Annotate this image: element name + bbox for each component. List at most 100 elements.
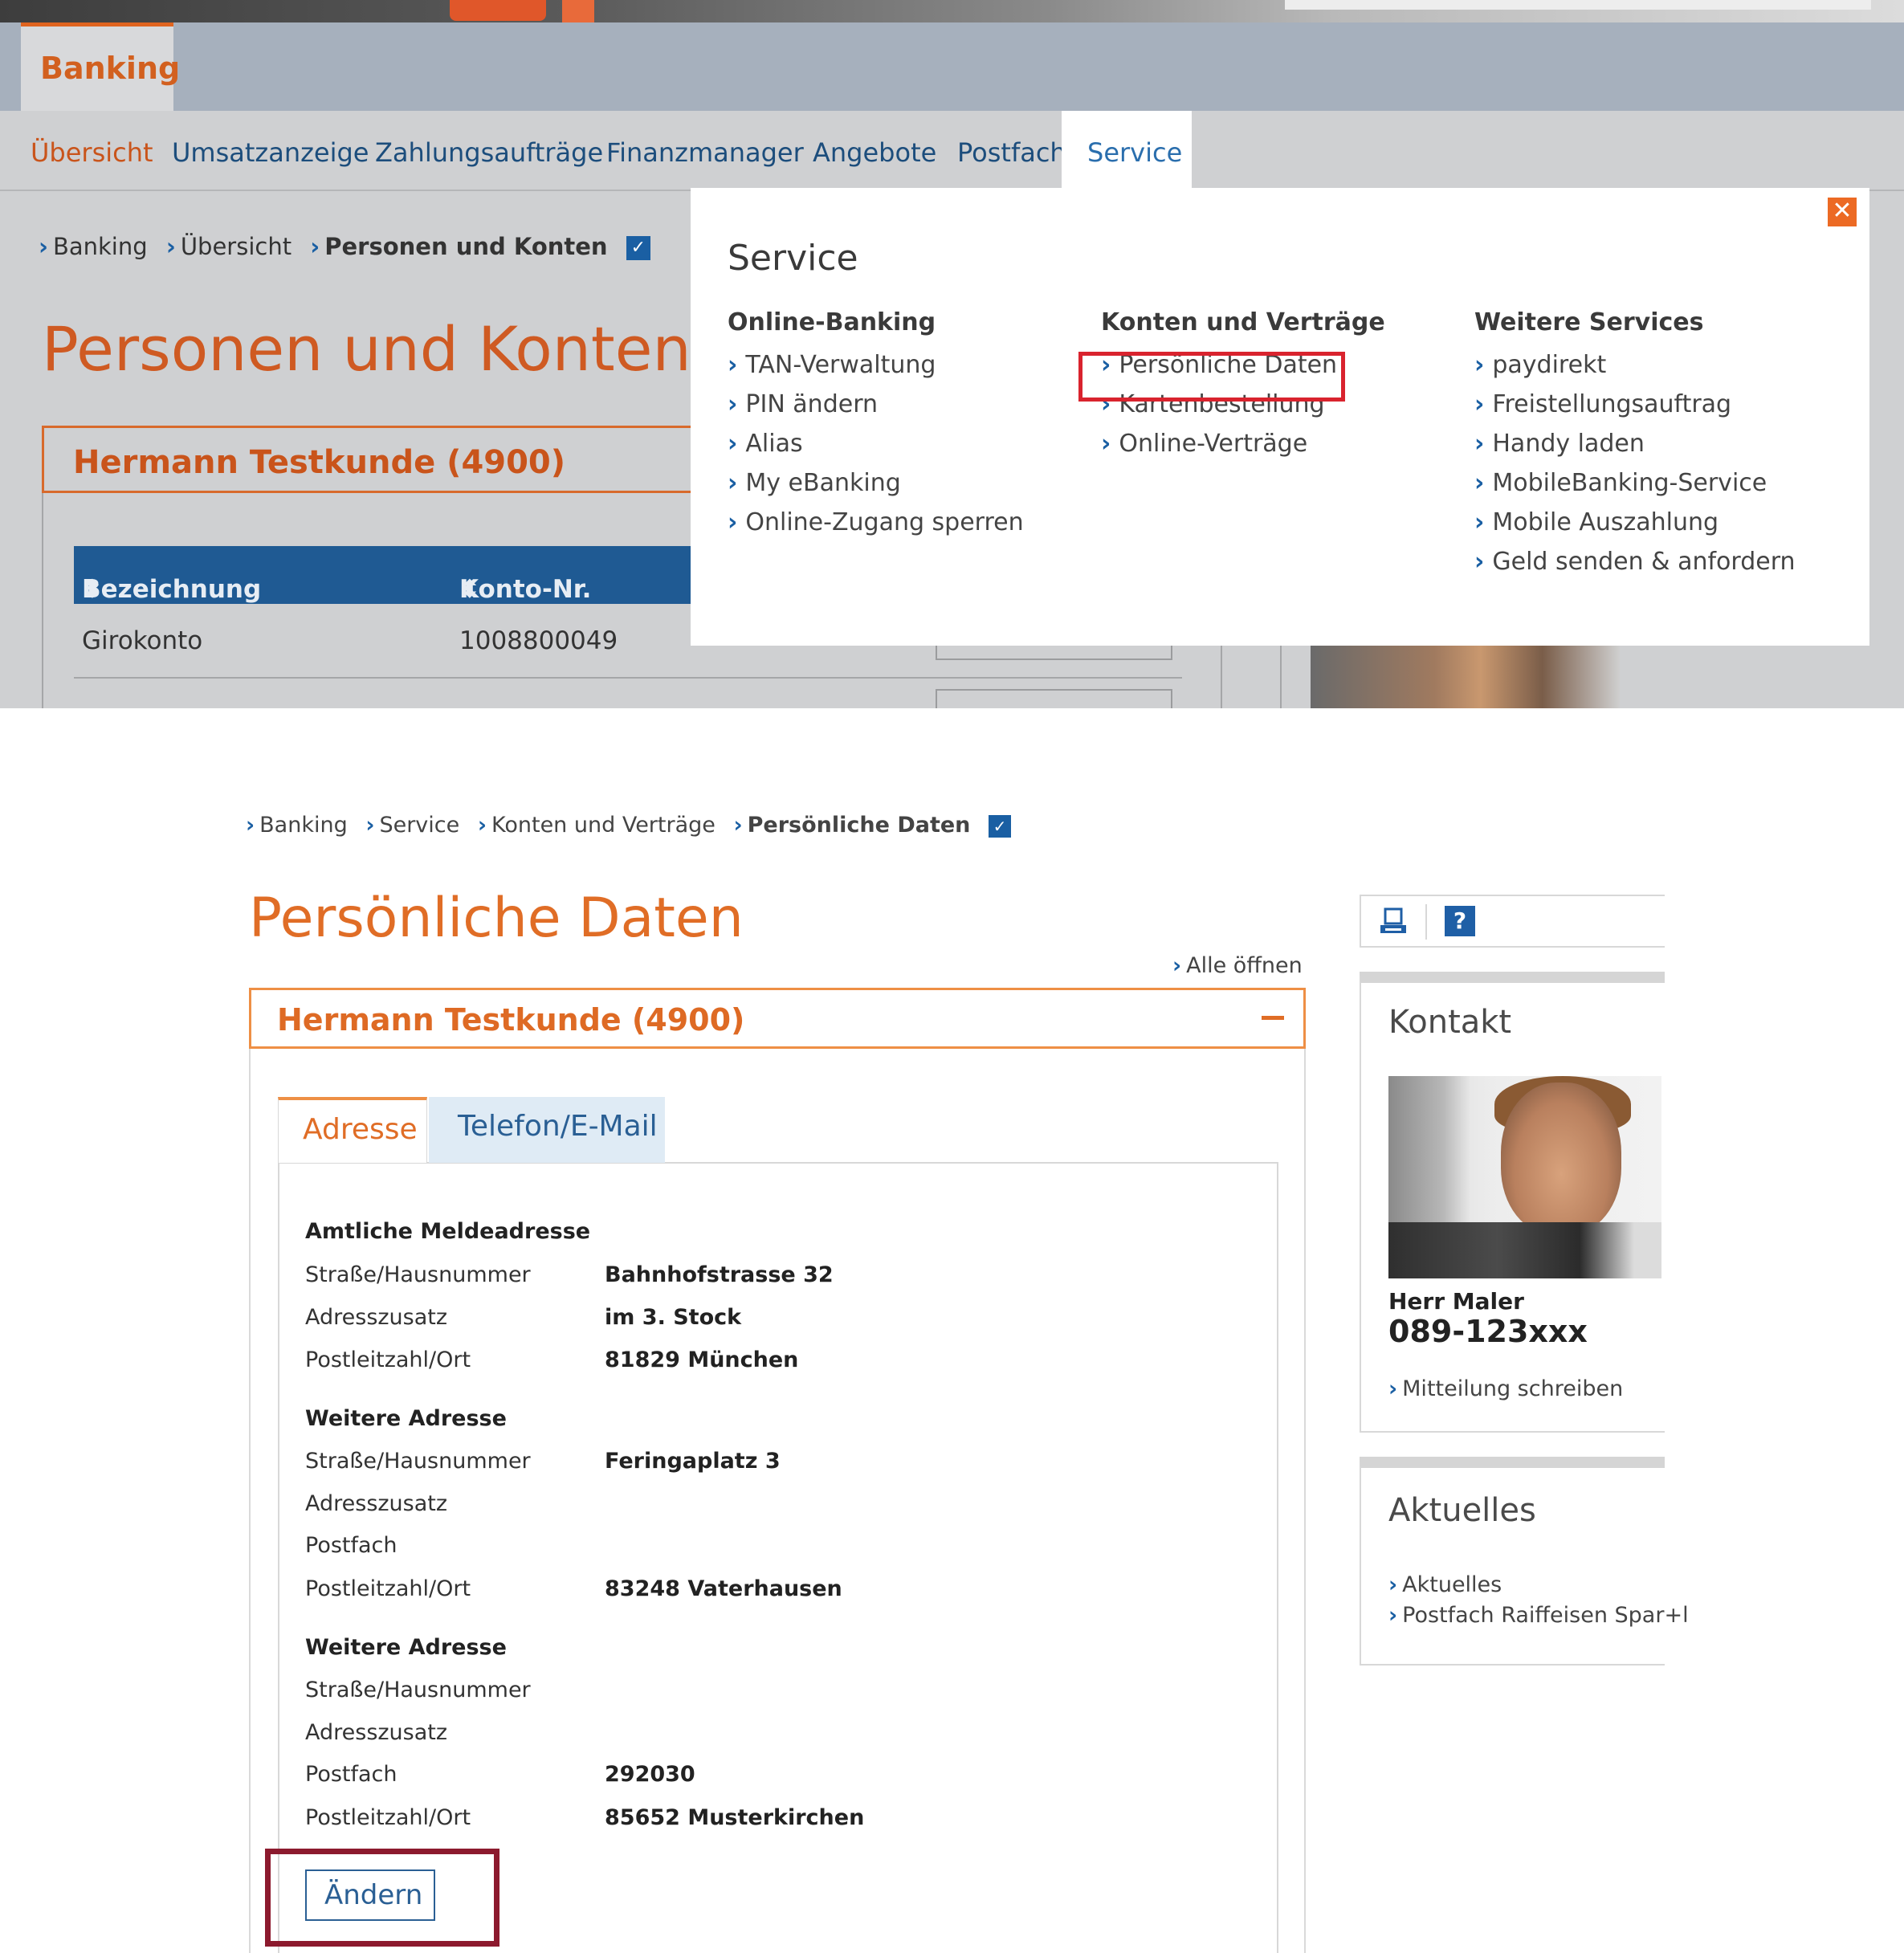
link-handy-laden[interactable]: › Handy laden <box>1474 430 1796 469</box>
chevron-right-icon: › <box>1474 430 1485 458</box>
nav-umsatzanzeige[interactable]: Umsatzanzeige <box>172 137 369 168</box>
postfach-link[interactable]: › Postfach Raiffeisen Spar+l <box>1388 1603 1689 1628</box>
top-screenshot: Banking Übersicht Umsatzanzeige Zahlungs… <box>0 0 1904 708</box>
row-divider <box>74 677 1182 679</box>
action-select[interactable] <box>936 689 1172 708</box>
nav-service[interactable]: Service <box>1062 111 1192 188</box>
breadcrumb-banking[interactable]: Banking <box>53 233 148 260</box>
page-title: Personen und Konten <box>42 313 691 385</box>
advisor-phone: 089-123xxx <box>1388 1314 1588 1349</box>
mitteilung-schreiben-link[interactable]: › Mitteilung schreiben <box>1388 1376 1623 1401</box>
link-alias[interactable]: › Alias <box>728 430 1024 469</box>
chevron-right-icon: › <box>1474 351 1485 379</box>
service-dropdown: ✕ Service Online-Banking › TAN-Verwaltung… <box>691 188 1869 646</box>
chevron-right-icon: › <box>728 430 738 458</box>
nav-uebersicht[interactable]: Übersicht <box>31 137 153 168</box>
collapse-icon[interactable] <box>1262 1016 1284 1020</box>
cell-konto-nr: 1008800049 <box>459 626 618 655</box>
breadcrumb-konten-vertraege[interactable]: Konten und Verträge <box>491 813 716 838</box>
link-online-zugang-sperren[interactable]: › Online-Zugang sperren <box>728 508 1024 548</box>
account-holder-name: Hermann Testkunde (4900) <box>277 1002 745 1038</box>
field-label: Postleitzahl/Ort <box>305 1576 471 1601</box>
chevron-right-icon: › <box>310 233 320 260</box>
chevron-right-icon: › <box>1474 548 1485 576</box>
cell-bezeichnung: Girokonto <box>82 626 203 655</box>
link-pin-aendern[interactable]: › PIN ändern <box>728 390 1024 430</box>
breadcrumb-uebersicht[interactable]: Übersicht <box>181 233 292 260</box>
highlight-persoenliche-daten <box>1078 352 1345 402</box>
print-icon[interactable] <box>1377 906 1409 938</box>
chevron-right-icon: › <box>728 390 738 418</box>
toolbar: ? <box>1360 895 1665 948</box>
column-heading: Weitere Services <box>1474 308 1704 336</box>
field-label: Straße/Hausnummer <box>305 1449 531 1474</box>
section-title: Weitere Adresse <box>305 1406 507 1431</box>
link-mobilebanking-service[interactable]: › MobileBanking-Service <box>1474 469 1796 508</box>
nav-angebote[interactable]: Angebote <box>813 137 936 168</box>
breadcrumb-service[interactable]: Service <box>379 813 459 838</box>
field-label: Postfach <box>305 1762 398 1787</box>
field-label: Adresszusatz <box>305 1720 448 1745</box>
chevron-right-icon: › <box>1388 1376 1398 1401</box>
field-label: Straße/Hausnummer <box>305 1262 531 1287</box>
link-geld-senden[interactable]: › Geld senden & anfordern <box>1474 548 1796 587</box>
dropdown-title: Service <box>728 238 858 279</box>
field-value: im 3. Stock <box>605 1305 742 1330</box>
section-title: Weitere Adresse <box>305 1635 507 1660</box>
field-value: Feringaplatz 3 <box>605 1449 781 1474</box>
chevron-right-icon: › <box>246 813 255 838</box>
field-label: Adresszusatz <box>305 1305 448 1330</box>
close-icon[interactable]: ✕ <box>1828 198 1857 226</box>
field-value: 83248 Vaterhausen <box>605 1576 842 1601</box>
tab-banking-label: Banking <box>40 51 181 86</box>
aktuelles-link[interactable]: › Aktuelles <box>1388 1572 1502 1597</box>
tab-telefon-email[interactable]: Telefon/E-Mail <box>429 1097 665 1163</box>
link-tan-verwaltung[interactable]: › TAN-Verwaltung <box>728 351 1024 390</box>
chevron-right-icon: › <box>1101 430 1111 458</box>
link-paydirekt[interactable]: › paydirekt <box>1474 351 1796 390</box>
accordion-header[interactable]: Hermann Testkunde (4900) <box>249 988 1306 1049</box>
tab-adresse[interactable]: Adresse <box>278 1097 427 1163</box>
column-heading: Online-Banking <box>728 308 936 336</box>
column-heading: Konten und Verträge <box>1101 308 1385 336</box>
nav-zahlungsauftraege[interactable]: Zahlungsaufträge <box>375 137 603 168</box>
chevron-right-icon: › <box>733 813 743 838</box>
field-value: 85652 Musterkirchen <box>605 1805 865 1830</box>
link-freistellungsauftrag[interactable]: › Freistellungsauftrag <box>1474 390 1796 430</box>
tab-banking[interactable]: Banking <box>21 22 180 111</box>
kontakt-box: Kontakt Herr Maler 089-123xxx › Mitteilun… <box>1360 972 1665 1433</box>
dropdown-column-weitere-services: Weitere Services › paydirekt › Freistellun… <box>1474 308 1796 587</box>
breadcrumb-current: Persönliche Daten <box>747 813 971 838</box>
link-my-ebanking[interactable]: › My eBanking <box>728 469 1024 508</box>
aendern-button[interactable]: Ändern <box>305 1869 435 1921</box>
chevron-right-icon: › <box>728 469 738 497</box>
nav-finanzmanager[interactable]: Finanzmanager <box>606 137 804 168</box>
field-value: 292030 <box>605 1762 695 1787</box>
help-icon[interactable]: ? <box>1445 906 1475 936</box>
chevron-down-icon[interactable]: ✓ <box>626 236 650 260</box>
link-mobile-auszahlung[interactable]: › Mobile Auszahlung <box>1474 508 1796 548</box>
aktuelles-title: Aktuelles <box>1388 1492 1536 1529</box>
app-tabbar: Banking <box>0 22 1904 111</box>
breadcrumb-current: Personen und Konten <box>324 233 608 260</box>
field-value: 81829 München <box>605 1348 799 1372</box>
sort-icon: ⬍ <box>82 575 103 604</box>
chevron-down-icon[interactable]: ✓ <box>989 814 1011 838</box>
nav-postfach[interactable]: Postfach <box>957 137 1066 168</box>
chevron-right-icon: › <box>477 813 487 838</box>
breadcrumb-banking[interactable]: Banking <box>259 813 348 838</box>
chevron-right-icon: › <box>728 351 738 379</box>
section-title: Amtliche Meldeadresse <box>305 1219 591 1244</box>
chevron-right-icon: › <box>1172 953 1182 978</box>
account-holder-header[interactable]: Hermann Testkunde (4900) <box>42 426 748 493</box>
dropdown-column-online-banking: Online-Banking › TAN-Verwaltung › PIN ände… <box>728 308 1024 548</box>
chevron-right-icon: › <box>39 233 48 260</box>
aendern-button-label: Ändern <box>324 1879 423 1911</box>
field-label: Straße/Hausnummer <box>305 1678 531 1702</box>
bottom-screenshot: › Banking › Service › Konten und Verträge ›… <box>0 708 1904 1953</box>
alle-oeffnen-link[interactable]: › Alle öffnen <box>1172 953 1303 978</box>
chevron-right-icon: › <box>1474 508 1485 536</box>
breadcrumb: › Banking › Service › Konten und Verträge ›… <box>246 813 1011 838</box>
link-online-vertraege[interactable]: › Online-Verträge <box>1101 430 1385 469</box>
main-navigation: Übersicht Umsatzanzeige Zahlungsaufträge… <box>0 111 1904 191</box>
